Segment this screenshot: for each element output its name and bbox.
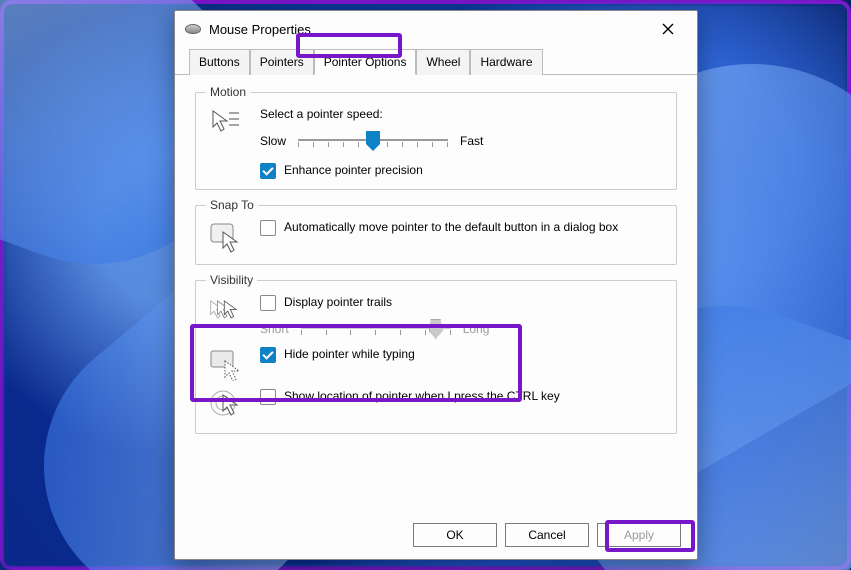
tab-wheel[interactable]: Wheel [416, 49, 470, 75]
tab-content: Motion Select a pointer speed: Slow [175, 75, 697, 515]
group-visibility: Visibility Display pointer trails [195, 273, 677, 434]
ok-button[interactable]: OK [413, 523, 497, 547]
enhance-precision-checkbox[interactable] [260, 163, 276, 179]
button-row: OK Cancel Apply [175, 515, 697, 559]
hide-typing-label: Hide pointer while typing [284, 347, 415, 361]
snap-to-label: Automatically move pointer to the defaul… [284, 220, 618, 234]
pointer-speed-label: Select a pointer speed: [260, 107, 664, 121]
tab-hardware[interactable]: Hardware [470, 49, 542, 75]
mouse-properties-dialog: Mouse Properties Buttons Pointers Pointe… [174, 10, 698, 560]
group-snap-to: Snap To Automatically move pointer to th… [195, 198, 677, 265]
fast-label: Fast [460, 134, 483, 148]
titlebar: Mouse Properties [175, 11, 697, 47]
tab-label: Pointer Options [324, 55, 407, 69]
short-label: Short [260, 322, 289, 336]
pointer-trails-icon [209, 295, 243, 329]
group-legend: Motion [206, 85, 250, 99]
pointer-trails-label: Display pointer trails [284, 295, 392, 309]
mouse-icon [185, 24, 201, 34]
tab-pointer-options[interactable]: Pointer Options [314, 49, 417, 75]
hide-typing-checkbox[interactable] [260, 347, 276, 363]
pointer-speed-icon [209, 107, 243, 141]
ctrl-locate-checkbox[interactable] [260, 389, 276, 405]
hide-typing-icon [209, 347, 243, 381]
snap-to-checkbox[interactable] [260, 220, 276, 236]
tab-label: Hardware [480, 55, 532, 69]
tab-buttons[interactable]: Buttons [189, 49, 250, 75]
tab-label: Pointers [260, 55, 304, 69]
ctrl-locate-icon [209, 389, 243, 423]
group-motion: Motion Select a pointer speed: Slow [195, 85, 677, 190]
pointer-speed-slider[interactable] [298, 131, 448, 151]
close-button[interactable] [649, 15, 687, 43]
tab-label: Wheel [426, 55, 460, 69]
pointer-trails-checkbox[interactable] [260, 295, 276, 311]
tab-bar: Buttons Pointers Pointer Options Wheel H… [175, 49, 697, 75]
slow-label: Slow [260, 134, 286, 148]
group-legend: Snap To [206, 198, 258, 212]
long-label: Long [463, 322, 490, 336]
tab-pointers[interactable]: Pointers [250, 49, 314, 75]
pointer-trails-slider [301, 319, 451, 339]
group-legend: Visibility [206, 273, 257, 287]
cancel-button[interactable]: Cancel [505, 523, 589, 547]
snap-to-icon [209, 220, 243, 254]
ctrl-locate-label: Show location of pointer when I press th… [284, 389, 560, 403]
apply-button[interactable]: Apply [597, 523, 681, 547]
tab-label: Buttons [199, 55, 240, 69]
close-icon [662, 23, 674, 35]
enhance-precision-label: Enhance pointer precision [284, 163, 423, 177]
dialog-title: Mouse Properties [209, 22, 311, 37]
